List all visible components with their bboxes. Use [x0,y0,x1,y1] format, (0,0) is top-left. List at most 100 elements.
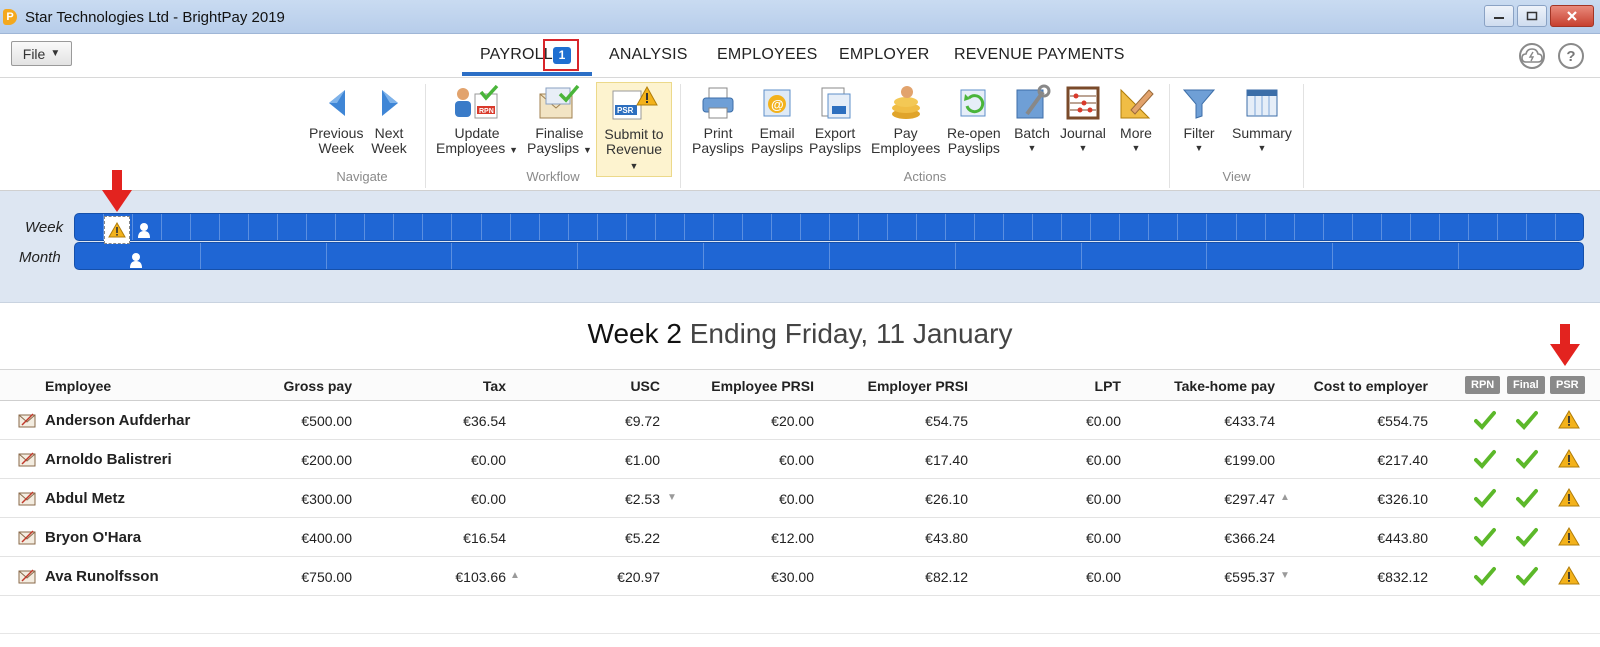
week-1-period-cell[interactable] [104,216,130,244]
export-payslips-button[interactable]: Export Payslips [809,84,861,156]
maximize-button[interactable] [1517,5,1547,27]
week-period-cell[interactable] [1004,214,1034,240]
week-period-cell[interactable] [365,214,395,240]
month-period-cell[interactable] [1208,243,1334,269]
week-period-cell[interactable] [598,214,627,240]
week-period-cell[interactable] [1033,214,1063,240]
week-period-cell[interactable] [946,214,976,240]
next-week-button[interactable]: Next Week [370,84,408,156]
week-period-cell[interactable] [1498,214,1527,240]
employee-name[interactable]: Bryon O'Hara [45,529,141,546]
submit-to-revenue-button[interactable]: PSR Submit to Revenue ▼ [596,82,672,177]
employee-name[interactable]: Abdul Metz [45,490,125,507]
col-rpn[interactable]: RPN [1465,376,1501,394]
col-employee[interactable]: Employee [45,378,111,394]
reopen-payslips-button[interactable]: Re-open Payslips [947,84,1001,156]
week-period-cell[interactable] [830,214,860,240]
week-period-cell[interactable] [1527,214,1556,240]
week-period-cell[interactable] [191,214,221,240]
week-period-cell[interactable] [627,214,656,240]
month-period-cell[interactable] [1459,243,1583,269]
col-lpt[interactable]: LPT [951,378,1121,394]
tab-employees[interactable]: EMPLOYEES [717,46,818,64]
filter-button[interactable]: Filter ▼ [1180,84,1218,156]
week-period-cell[interactable] [1411,214,1440,240]
table-row[interactable]: Arnoldo Balistreri €200.00 €0.00 €1.00 €0.00… [0,440,1600,479]
week-strip[interactable] [74,213,1584,241]
payroll-count-badge[interactable]: 1 [553,47,571,64]
week-period-cell[interactable] [1324,214,1353,240]
week-period-cell[interactable] [482,214,511,240]
week-period-cell[interactable] [1091,214,1121,240]
tab-employer[interactable]: EMPLOYER [839,46,930,64]
month-period-cell[interactable] [201,243,327,269]
month-1-person-icon[interactable] [129,252,143,273]
week-period-cell[interactable] [1149,214,1179,240]
more-button[interactable]: More ▼ [1117,84,1155,156]
week-period-cell[interactable] [888,214,918,240]
month-strip[interactable] [74,242,1584,270]
email-payslips-button[interactable]: @ Email Payslips [751,84,803,156]
month-period-cell[interactable] [1333,243,1460,269]
table-row[interactable]: Ava Runolfsson €750.00 €103.66 €20.97 €30.00… [0,557,1600,596]
cloud-sync-icon[interactable] [1519,43,1545,69]
payslip-icon[interactable] [18,452,36,467]
week-period-cell[interactable] [569,214,598,240]
psr-warning-icon[interactable] [1558,488,1580,508]
employee-name[interactable]: Anderson Aufderhar [45,412,190,429]
week-period-cell[interactable] [801,214,830,240]
month-period-cell[interactable] [578,243,705,269]
file-menu-button[interactable]: File ▼ [11,41,72,66]
week-period-cell[interactable] [1353,214,1382,240]
week-period-cell[interactable] [1237,214,1266,240]
week-period-cell[interactable] [1382,214,1411,240]
week-period-cell[interactable] [656,214,685,240]
table-row[interactable]: Bryon O'Hara €400.00 €16.54 €5.22 €12.00 €43.… [0,518,1600,557]
week-period-cell[interactable] [1062,214,1092,240]
payslip-icon[interactable] [18,530,36,545]
week-period-cell[interactable] [714,214,743,240]
week-2-person-icon[interactable] [137,222,151,243]
psr-warning-icon[interactable] [1558,566,1580,586]
week-period-cell[interactable] [220,214,250,240]
payslip-icon[interactable] [18,491,36,506]
week-period-cell[interactable] [423,214,453,240]
table-row[interactable]: Anderson Aufderhar €500.00 €36.54 €9.72 €20.… [0,401,1600,440]
tab-revenue-payments[interactable]: REVENUE PAYMENTS [954,46,1125,64]
journal-button[interactable]: Journal ▼ [1060,84,1106,156]
week-period-cell[interactable] [307,214,337,240]
week-period-cell[interactable] [336,214,366,240]
update-employees-button[interactable]: RPN Update Employees ▼ [436,84,518,158]
month-period-cell[interactable] [704,243,830,269]
col-usc[interactable]: USC [490,378,660,394]
col-employer-prsi[interactable]: Employer PRSI [798,378,968,394]
week-period-cell[interactable] [540,214,569,240]
week-period-cell[interactable] [162,214,192,240]
tab-analysis[interactable]: ANALYSIS [609,46,688,64]
week-period-cell[interactable] [975,214,1005,240]
col-gross-pay[interactable]: Gross pay [182,378,352,394]
week-period-cell[interactable] [75,214,105,240]
col-employee-prsi[interactable]: Employee PRSI [644,378,814,394]
close-button[interactable] [1550,5,1594,27]
minimize-button[interactable] [1484,5,1514,27]
payslip-icon[interactable] [18,413,36,428]
week-period-cell[interactable] [511,214,540,240]
week-period-cell[interactable] [1178,214,1208,240]
week-period-cell[interactable] [1440,214,1469,240]
previous-week-button[interactable]: Previous Week [309,84,363,156]
table-row[interactable]: Abdul Metz €300.00 €0.00 €2.53 €0.00 €26.10 €0… [0,479,1600,518]
print-payslips-button[interactable]: Print Payslips [692,84,744,156]
finalise-payslips-button[interactable]: Finalise Payslips ▼ [527,84,592,158]
week-period-cell[interactable] [249,214,279,240]
employee-name[interactable]: Arnoldo Balistreri [45,451,172,468]
batch-button[interactable]: Batch ▼ [1013,84,1051,156]
month-period-cell[interactable] [830,243,956,269]
month-period-cell[interactable] [1082,243,1208,269]
week-period-cell[interactable] [1556,214,1583,240]
summary-button[interactable]: Summary ▼ [1232,84,1292,156]
col-psr[interactable]: PSR [1550,376,1585,394]
month-period-cell[interactable] [327,243,453,269]
week-period-cell[interactable] [685,214,714,240]
psr-warning-icon[interactable] [1558,410,1580,430]
